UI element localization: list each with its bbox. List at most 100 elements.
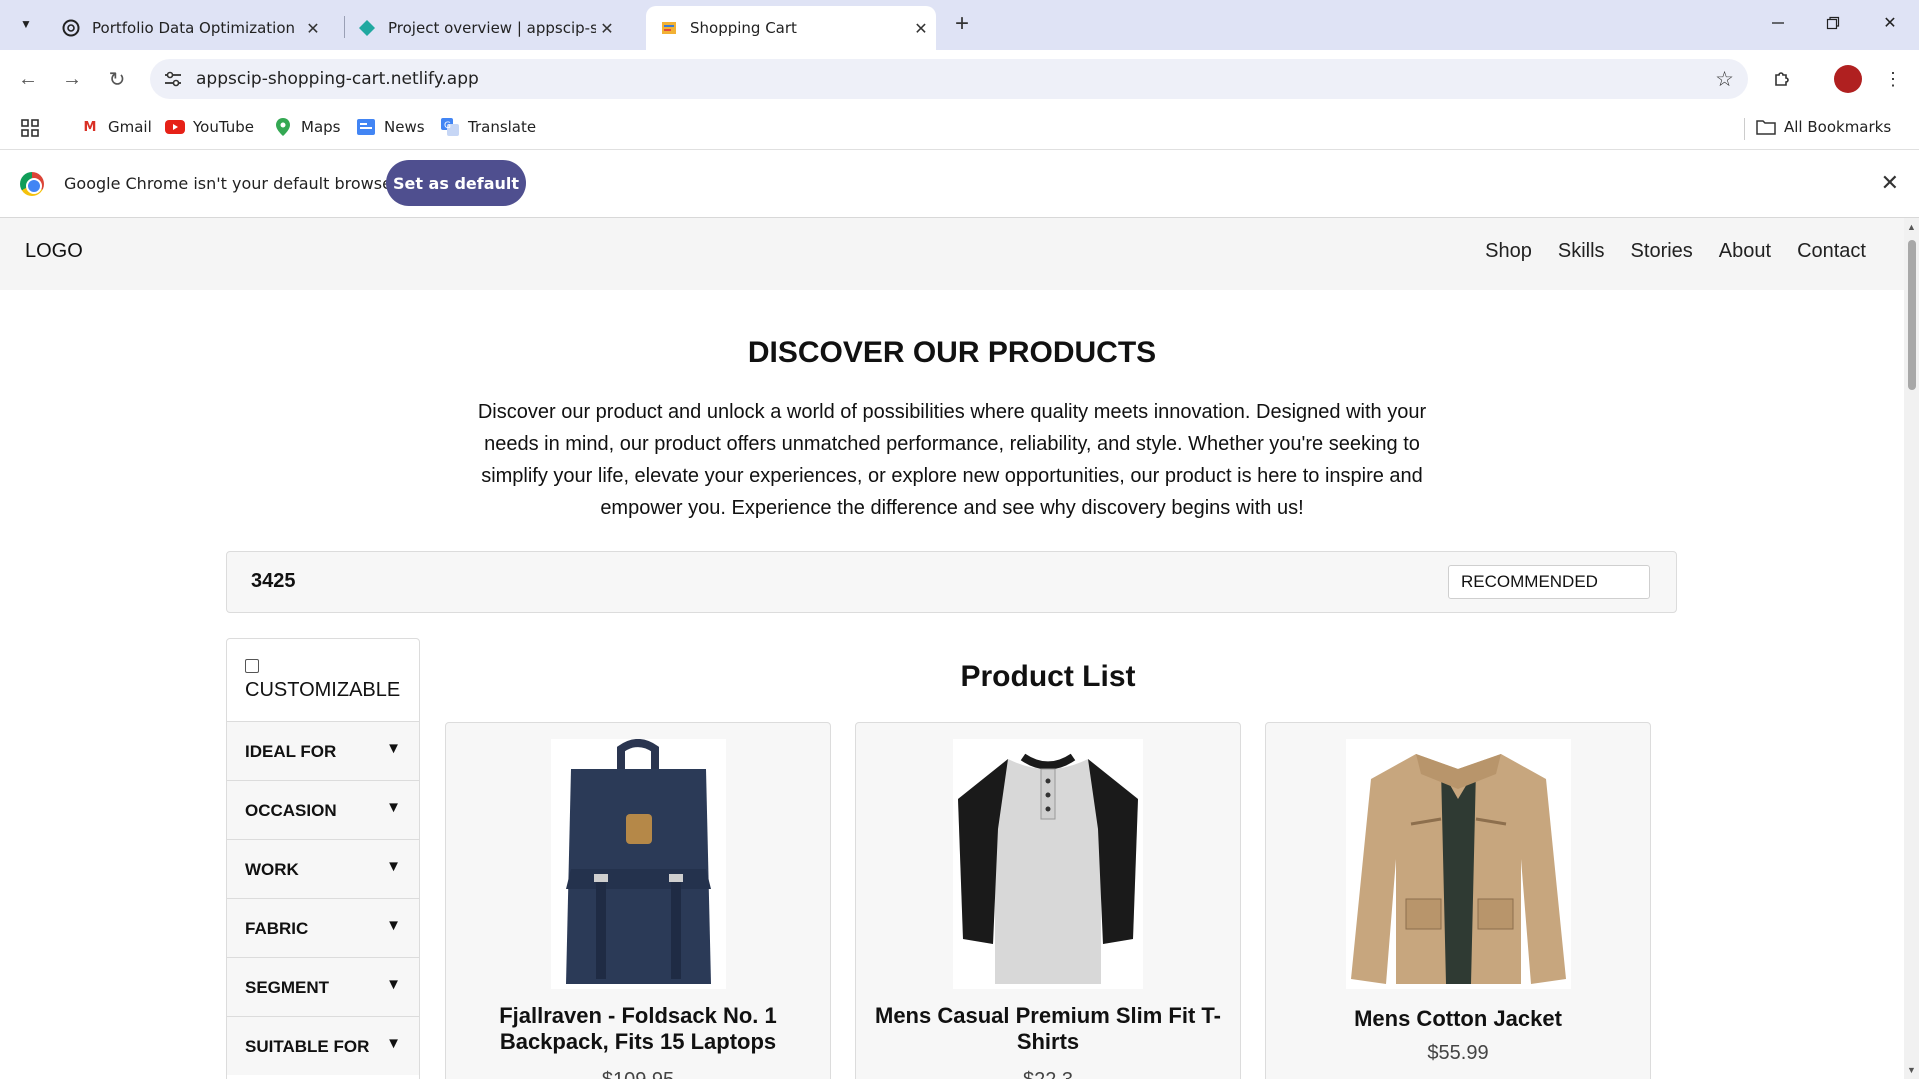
menu-kebab-icon[interactable]: ⋮ <box>1877 63 1909 95</box>
bookmark-gmail[interactable]: M Gmail <box>80 118 152 136</box>
forward-arrow-icon[interactable]: → <box>56 63 88 95</box>
nav-about[interactable]: About <box>1719 240 1771 263</box>
set-as-default-button[interactable]: Set as default <box>386 160 526 206</box>
scrollbar-thumb[interactable] <box>1908 240 1916 390</box>
results-bar: 3425 RECOMMENDED <box>226 551 1677 613</box>
apps-grid-icon[interactable] <box>20 118 40 138</box>
customizable-filter[interactable]: CUSTOMIZABLE <box>245 659 400 701</box>
bookmark-youtube[interactable]: YouTube <box>165 118 254 136</box>
extensions-puzzle-icon[interactable] <box>1766 63 1798 95</box>
news-icon <box>356 118 376 136</box>
product-name: Fjallraven - Foldsack No. 1 Backpack, Fi… <box>499 1003 777 1054</box>
bookmark-news[interactable]: News <box>356 118 425 136</box>
facet-work[interactable]: WORK ▼ <box>227 839 419 898</box>
triangle-down-icon: ▼ <box>386 917 401 934</box>
site-logo[interactable]: LOGO <box>25 240 83 263</box>
tab-title: Portfolio Data Optimization <box>92 19 296 37</box>
facet-suitable-for[interactable]: SUITABLE FOR ▼ <box>227 1016 419 1075</box>
triangle-down-icon: ▼ <box>386 976 401 993</box>
product-name: Mens Cotton Jacket <box>1354 1006 1562 1031</box>
tab-project-overview[interactable]: Project overview | appscip-shop ✕ <box>344 6 618 50</box>
facet-label: WORK <box>245 860 299 879</box>
page-title: DISCOVER OUR PRODUCTS <box>747 336 1157 369</box>
site-header: LOGO Shop Skills Stories About Contact <box>0 218 1904 290</box>
bookmark-label: Translate <box>468 118 537 136</box>
url-text: appscip-shopping-cart.netlify.app <box>196 69 479 89</box>
triangle-down-icon: ▼ <box>386 1035 401 1052</box>
divider <box>1744 118 1745 140</box>
openai-icon <box>62 19 80 37</box>
triangle-down-icon: ▼ <box>386 799 401 816</box>
address-bar[interactable]: appscip-shopping-cart.netlify.app ☆ <box>150 59 1748 99</box>
facet-label: SUITABLE FOR <box>245 1037 370 1056</box>
bookmark-maps[interactable]: Maps <box>273 118 340 136</box>
tab-search-chevron-icon[interactable]: ▼ <box>12 10 40 38</box>
bookmark-label: YouTube <box>193 118 254 136</box>
profile-avatar[interactable] <box>1834 65 1862 93</box>
youtube-icon <box>165 118 185 136</box>
page-viewport: LOGO Shop Skills Stories About Contact D… <box>0 218 1904 1079</box>
bookmark-star-icon[interactable]: ☆ <box>1715 67 1734 92</box>
tab-portfolio[interactable]: Portfolio Data Optimization ✕ <box>48 6 324 50</box>
scroll-up-arrow-icon[interactable]: ▲ <box>1907 222 1916 232</box>
tab-title: Shopping Cart <box>690 19 797 37</box>
site-info-icon[interactable] <box>162 68 184 90</box>
close-window-icon[interactable]: ✕ <box>1867 8 1913 38</box>
close-icon[interactable]: ✕ <box>596 17 618 39</box>
reload-icon[interactable]: ↻ <box>101 63 133 95</box>
bookmark-translate[interactable]: G Translate <box>440 118 536 136</box>
product-image-tshirt <box>856 739 1240 989</box>
nav-skills[interactable]: Skills <box>1558 240 1605 263</box>
bookmark-label: Maps <box>301 118 341 136</box>
svg-text:G: G <box>444 121 451 131</box>
bookmark-label: All Bookmarks <box>1784 118 1892 136</box>
close-icon[interactable]: ✕ <box>1881 170 1899 196</box>
tab-title: Project overview | appscip-shop <box>388 19 596 37</box>
intro-paragraph: Discover our product and unlock a world … <box>477 401 1427 519</box>
facet-label: FABRIC <box>245 919 309 938</box>
item-count: 3425 <box>251 570 296 592</box>
minimize-icon[interactable] <box>1755 8 1801 38</box>
product-card[interactable]: Mens Casual Premium Slim Fit T-Shirts $2… <box>855 722 1241 1079</box>
close-icon[interactable]: ✕ <box>910 17 932 39</box>
restore-icon[interactable] <box>1810 8 1856 38</box>
all-bookmarks[interactable]: All Bookmarks <box>1756 118 1891 136</box>
scroll-down-arrow-icon[interactable]: ▼ <box>1907 1065 1916 1075</box>
product-price: $109.95 <box>446 1069 830 1079</box>
infobar-message: Google Chrome isn't your default browser <box>64 174 399 193</box>
product-card[interactable]: Mens Cotton Jacket $55.99 <box>1265 722 1651 1079</box>
nav-stories[interactable]: Stories <box>1631 240 1693 263</box>
product-image-jacket <box>1266 739 1650 989</box>
triangle-down-icon: ▼ <box>386 858 401 875</box>
tab-shopping-cart[interactable]: Shopping Cart ✕ <box>646 6 936 50</box>
page-scrollbar[interactable]: ▲ ▼ <box>1904 218 1919 1079</box>
product-name: Mens Casual Premium Slim Fit T-Shirts <box>875 1003 1221 1054</box>
product-price: $22.3 <box>856 1069 1240 1079</box>
nav-contact[interactable]: Contact <box>1797 240 1866 263</box>
facet-occasion[interactable]: OCCASION ▼ <box>227 780 419 839</box>
facet-fabric[interactable]: FABRIC ▼ <box>227 898 419 957</box>
sort-select[interactable]: RECOMMENDED <box>1448 565 1650 599</box>
filter-sidebar: CUSTOMIZABLE IDEAL FOR ▼ OCCASION ▼ WORK… <box>226 638 420 1079</box>
browser-toolbar: ← → ↻ appscip-shopping-cart.netlify.app … <box>0 50 1919 108</box>
bookmark-label: News <box>384 118 425 136</box>
customizable-label: CUSTOMIZABLE <box>245 679 401 701</box>
site-nav: Shop Skills Stories About Contact <box>1485 240 1866 263</box>
nav-shop[interactable]: Shop <box>1485 240 1532 263</box>
folder-icon <box>1756 118 1776 136</box>
triangle-down-icon: ▼ <box>386 740 401 757</box>
facet-ideal-for[interactable]: IDEAL FOR ▼ <box>227 721 419 780</box>
product-price: $55.99 <box>1427 1042 1489 1064</box>
facet-segment[interactable]: SEGMENT ▼ <box>227 957 419 1016</box>
new-tab-plus-icon[interactable]: + <box>948 10 976 38</box>
facet-label: IDEAL FOR <box>245 742 337 761</box>
gmail-icon: M <box>83 119 97 135</box>
close-icon[interactable]: ✕ <box>302 17 324 39</box>
back-arrow-icon[interactable]: ← <box>12 63 44 95</box>
product-image-backpack <box>446 739 830 989</box>
customizable-checkbox[interactable] <box>245 659 259 673</box>
product-card[interactable]: Fjallraven - Foldsack No. 1 Backpack, Fi… <box>445 722 831 1079</box>
default-browser-infobar: Google Chrome isn't your default browser… <box>0 150 1919 218</box>
bookmark-label: Gmail <box>108 118 152 136</box>
chrome-logo-icon <box>20 172 44 196</box>
